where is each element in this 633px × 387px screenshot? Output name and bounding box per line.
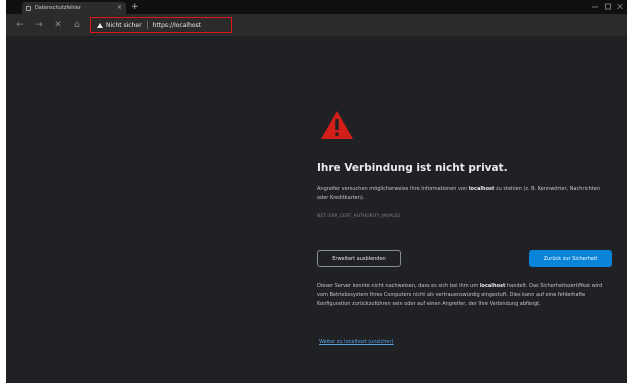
tab-close-icon[interactable]: × [117,5,122,11]
minimize-icon[interactable] [591,0,599,14]
proceed-unsafe-link[interactable]: Weiter zu localhost (unsicher) [319,339,394,345]
back-to-safety-button[interactable]: Zurück zur Sicherheit [529,250,612,267]
details-text: Dieser Server konnte nicht nachweisen, d… [317,282,612,309]
stop-reload-icon[interactable]: ✕ [52,19,64,31]
tab-active[interactable]: Datenschutzfehler × [22,2,126,14]
browser-toolbar: ← → ✕ ⌂ Nicht sicher https://localhost [6,14,627,36]
address-separator [146,21,148,29]
error-page: Ihre Verbindung ist nicht privat. Angrei… [6,36,627,383]
intro-prefix: Angreifer versuchen möglicherweise Ihre … [317,186,469,192]
maximize-icon[interactable] [604,0,612,14]
intro-text: Angreifer versuchen möglicherweise Ihre … [317,185,612,203]
page-heading: Ihre Verbindung ist nicht privat. [317,162,508,174]
intro-host: localhost [468,186,495,192]
back-arrow-icon[interactable]: ← [14,19,26,31]
home-icon[interactable]: ⌂ [71,19,83,31]
forward-arrow-icon[interactable]: → [33,19,45,31]
tab-strip: Datenschutzfehler × + [6,0,627,14]
tab-title: Datenschutzfehler [35,5,81,11]
not-secure-warning-icon[interactable] [97,22,103,28]
browser-window: Datenschutzfehler × + ← → ✕ ⌂ Nicht sich… [6,0,627,383]
new-tab-button[interactable]: + [131,2,139,12]
details-prefix: Dieser Server konnte nicht nachweisen, d… [317,283,480,289]
warning-triangle-icon [321,111,353,139]
window-close-icon[interactable] [616,0,624,14]
url-text[interactable]: https://localhost [153,22,201,29]
page-favicon-icon [26,5,31,11]
security-status-label[interactable]: Nicht sicher [106,22,142,29]
details-host: localhost [479,283,506,289]
hide-advanced-button[interactable]: Erweitert ausblenden [317,250,401,267]
address-bar[interactable]: Nicht sicher https://localhost [90,17,232,33]
error-code[interactable]: NET::ERR_CERT_AUTHORITY_INVALID [317,214,400,219]
